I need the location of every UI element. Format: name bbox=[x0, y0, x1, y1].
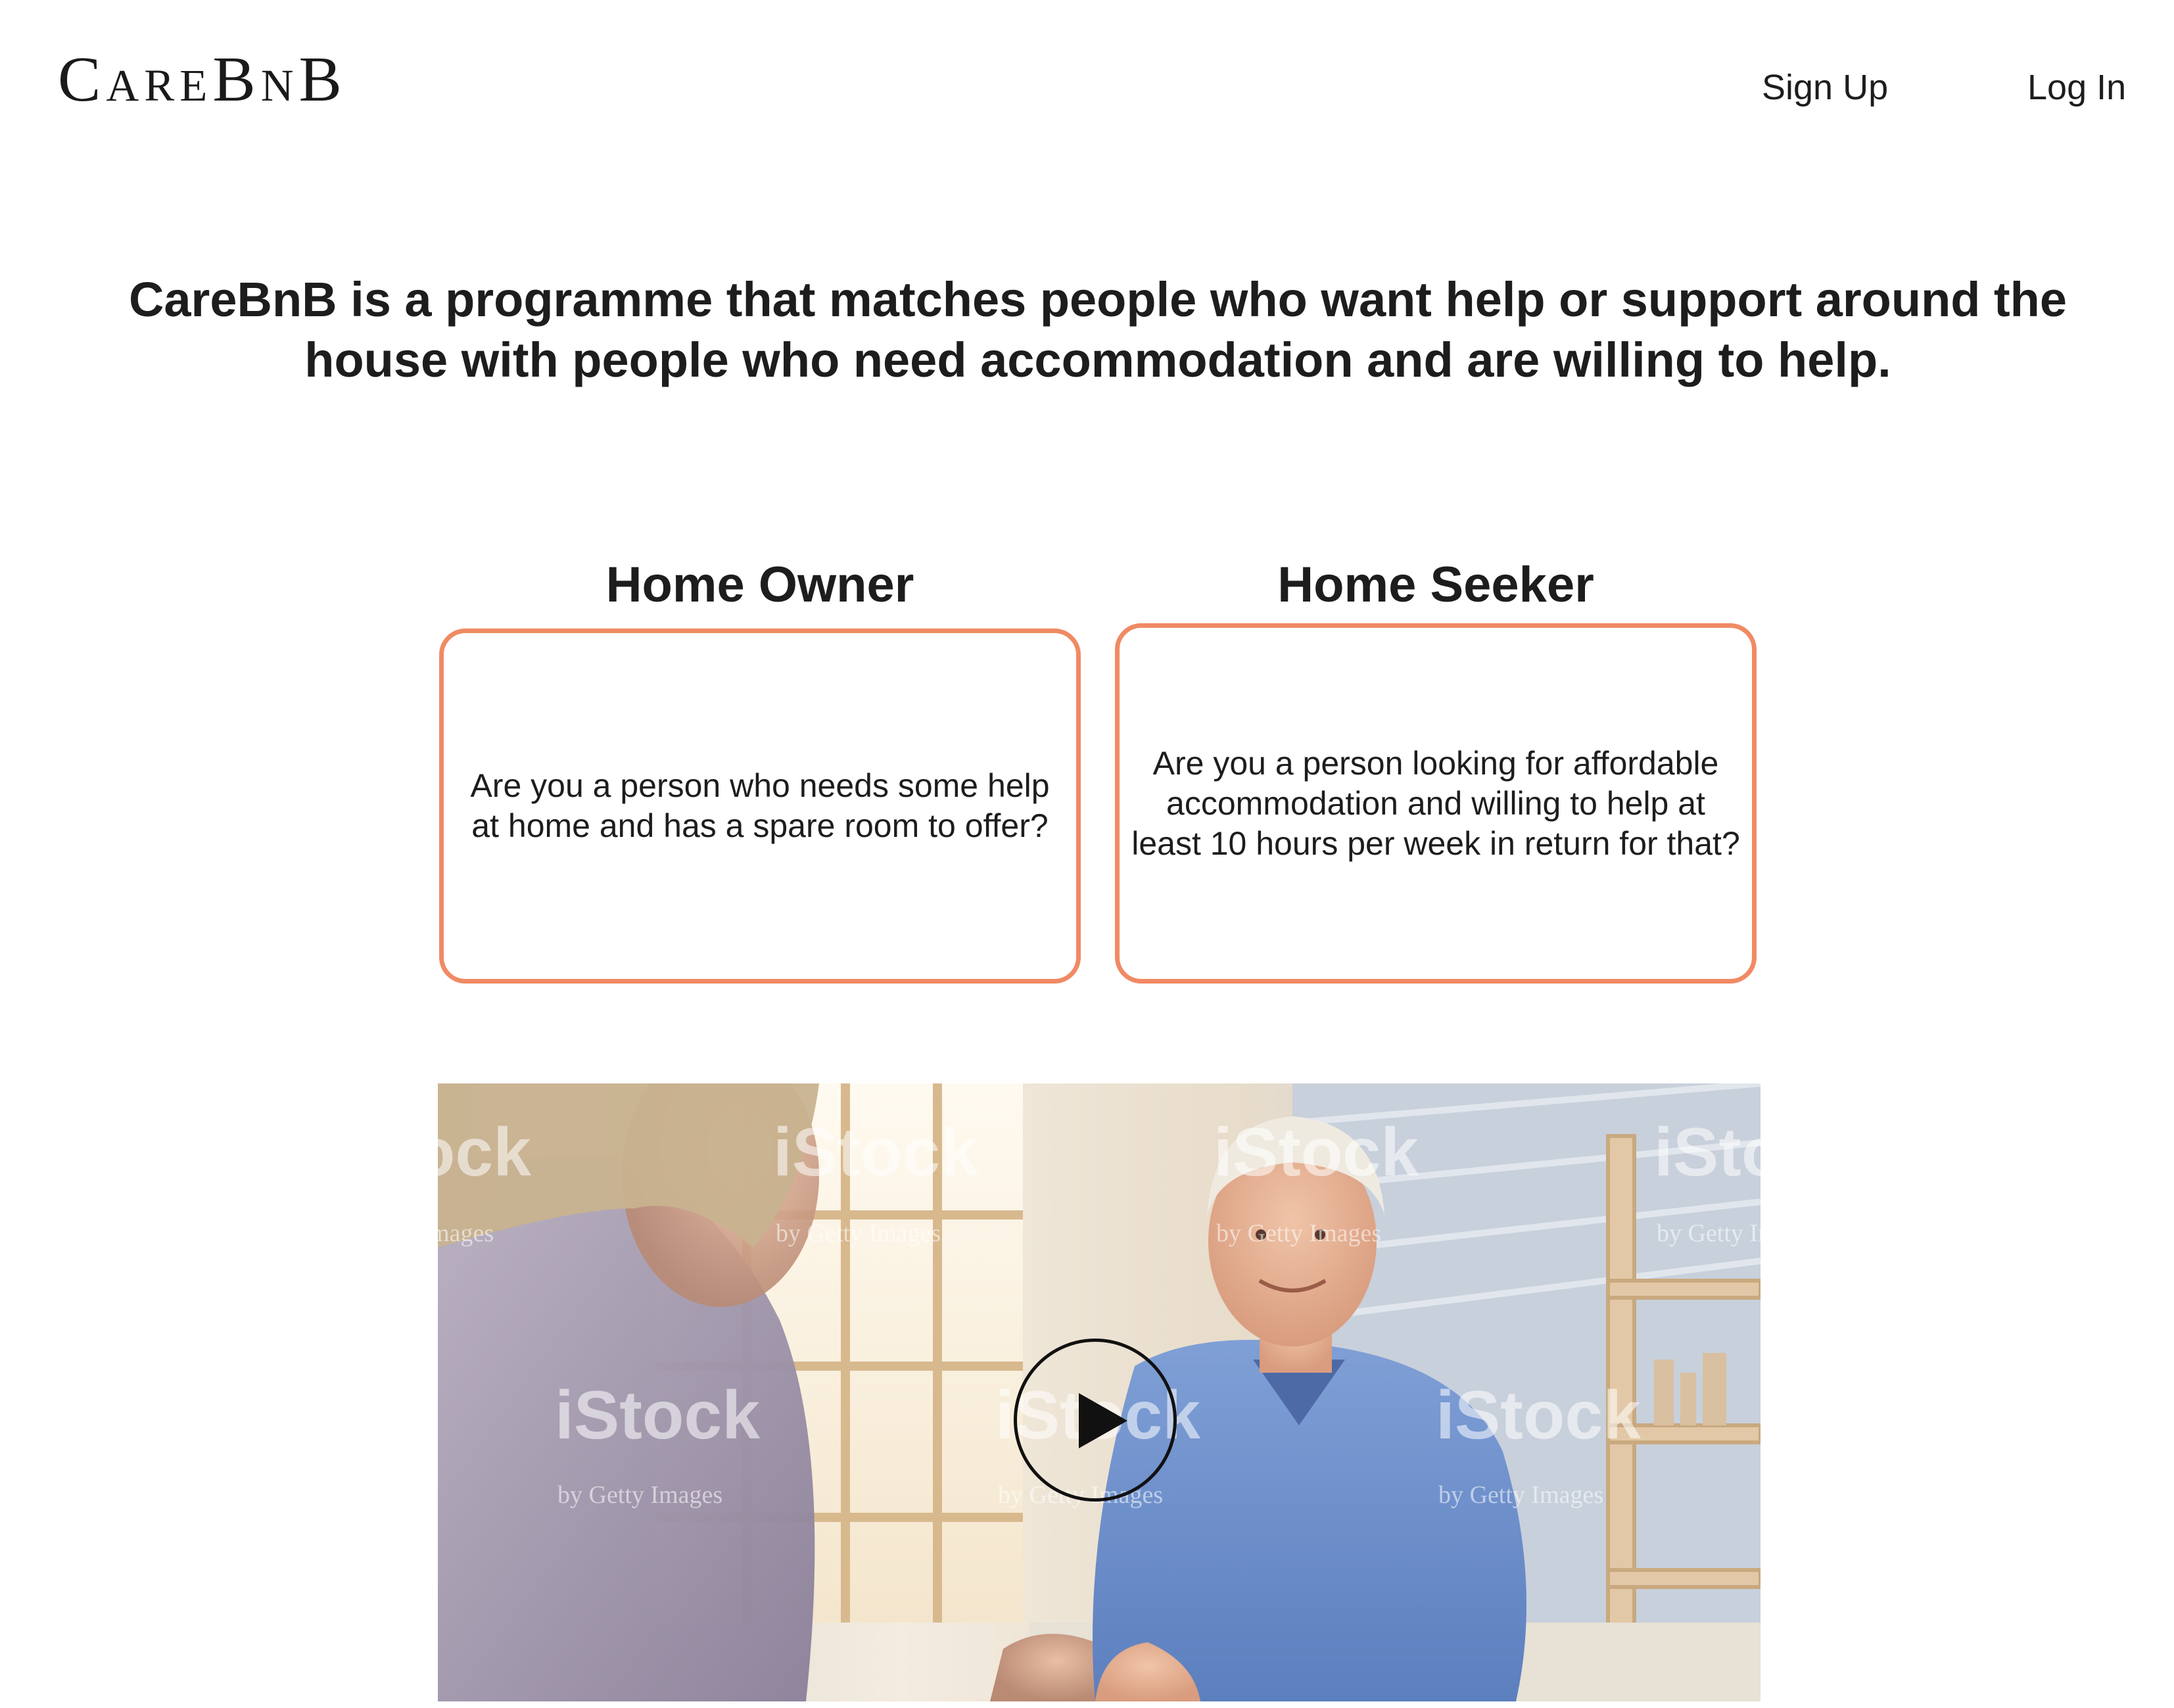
home-seeker-description: Are you a person looking for affordable … bbox=[1131, 744, 1740, 862]
brand-logo[interactable]: CareBnB bbox=[58, 43, 347, 116]
home-seeker-section: Home Seeker Are you a person looking for… bbox=[1115, 554, 1757, 984]
svg-text:iStock: iStock bbox=[1214, 1114, 1419, 1191]
home-owner-description: Are you a person who needs some help at … bbox=[470, 767, 1050, 844]
svg-text:by Getty Images: by Getty Images bbox=[1438, 1481, 1603, 1509]
intro-video[interactable]: iStock iStock iStock iStock iStock iStoc… bbox=[438, 1083, 1760, 1701]
svg-text:by Getty Images: by Getty Images bbox=[776, 1220, 941, 1247]
play-icon bbox=[1079, 1393, 1127, 1448]
svg-text:iStock: iStock bbox=[555, 1377, 760, 1454]
play-button[interactable] bbox=[1014, 1339, 1177, 1502]
svg-text:by Getty Images: by Getty Images bbox=[1216, 1220, 1381, 1247]
svg-text:by Getty Images: by Getty Images bbox=[557, 1481, 722, 1509]
sign-up-link[interactable]: Sign Up bbox=[1762, 64, 1888, 110]
home-seeker-title: Home Seeker bbox=[1277, 557, 1594, 613]
home-seeker-card[interactable]: Are you a person looking for affordable … bbox=[1115, 623, 1757, 984]
home-owner-card[interactable]: Are you a person who needs some help at … bbox=[439, 629, 1081, 984]
svg-text:by Getty Images: by Getty Images bbox=[438, 1220, 494, 1247]
svg-text:by Getty Images: by Getty Images bbox=[1657, 1220, 1760, 1247]
intro-text: CareBnB is a programme that matches peop… bbox=[128, 272, 2068, 387]
log-in-link[interactable]: Log In bbox=[2027, 64, 2126, 110]
home-owner-title: Home Owner bbox=[605, 557, 914, 613]
svg-text:iStock: iStock bbox=[1654, 1114, 1760, 1191]
svg-text:iStock: iStock bbox=[773, 1114, 978, 1191]
svg-text:iStock: iStock bbox=[438, 1114, 531, 1191]
svg-text:iStock: iStock bbox=[1436, 1377, 1641, 1454]
home-owner-section: Home Owner Are you a person who needs so… bbox=[439, 554, 1081, 984]
